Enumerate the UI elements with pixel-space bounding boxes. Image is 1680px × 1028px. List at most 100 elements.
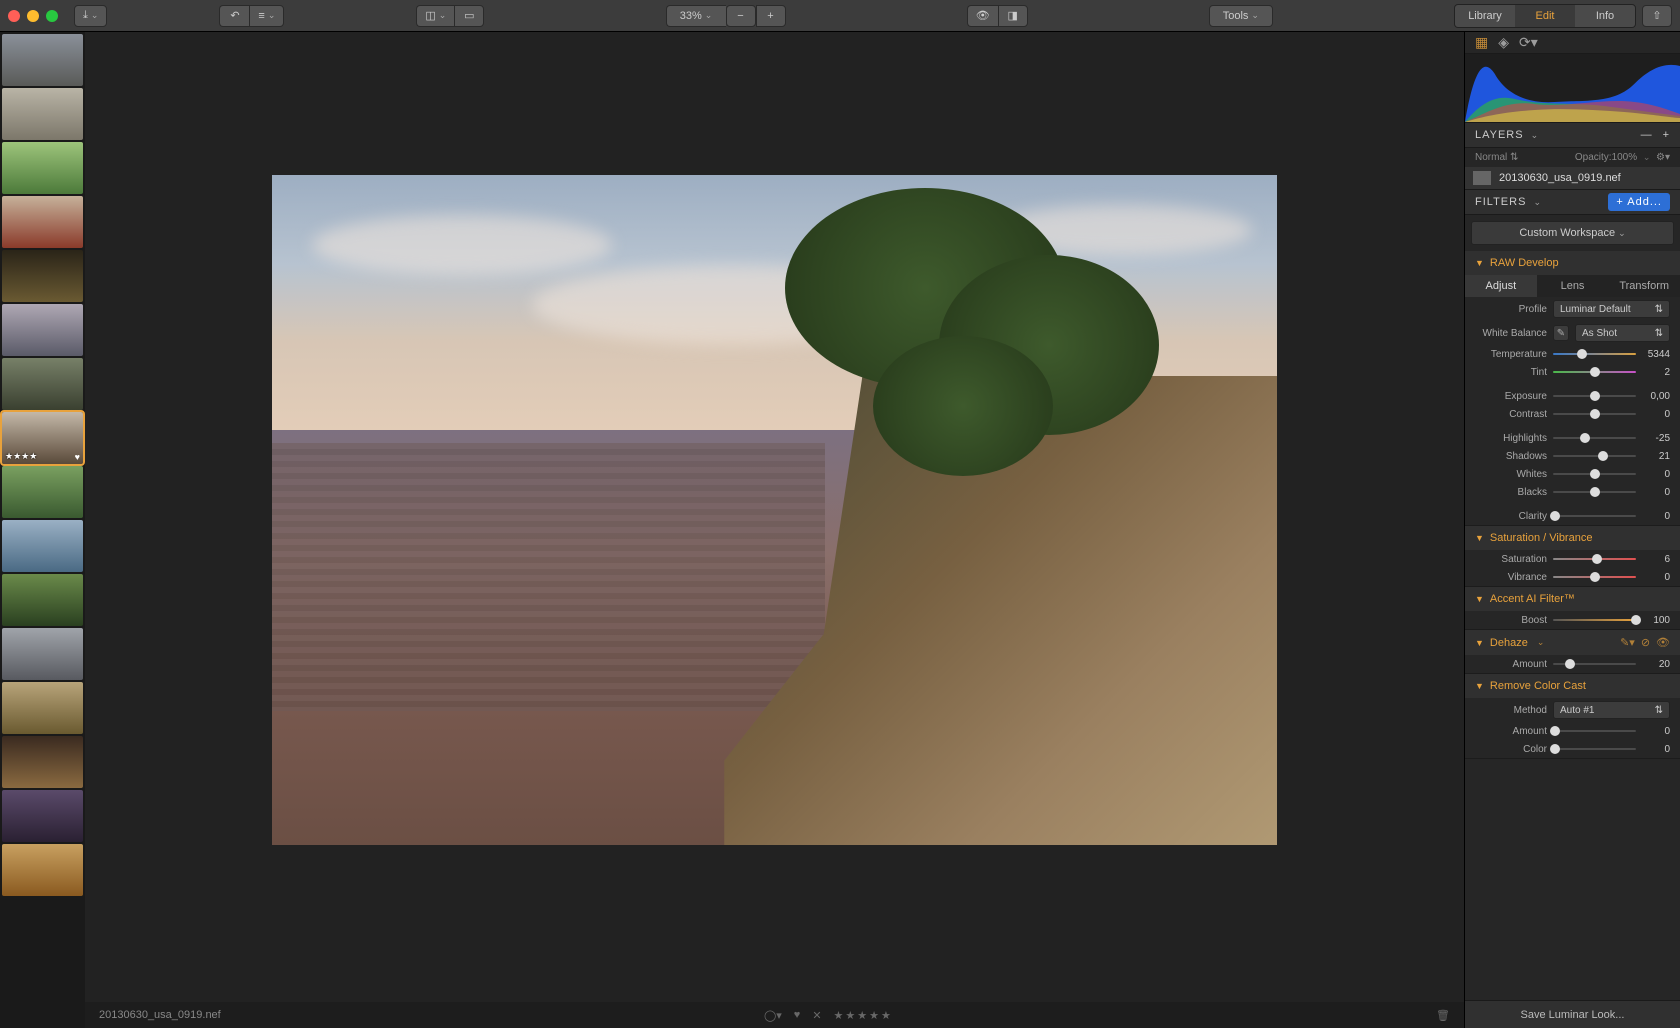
histogram-tabs: ▦ ◈ ⟳▾ <box>1465 32 1680 54</box>
filter-satvib-title[interactable]: ▼Saturation / Vibrance <box>1465 526 1680 550</box>
filmstrip-thumb[interactable] <box>2 736 83 788</box>
image-viewer[interactable] <box>85 32 1464 1028</box>
slider-track[interactable] <box>1553 613 1636 627</box>
status-filename: 20130630_usa_0919.nef <box>99 1009 221 1021</box>
slider-track[interactable] <box>1553 449 1636 463</box>
filmstrip-thumb[interactable] <box>2 628 83 680</box>
filter-accent-title[interactable]: ▼Accent AI Filter™ <box>1465 587 1680 611</box>
before-after-button[interactable]: ◨ <box>998 5 1028 27</box>
filmstrip-thumb[interactable] <box>2 88 83 140</box>
slider-tint: Tint2 <box>1465 363 1680 381</box>
rating-stars[interactable]: ★★★★★ <box>834 1009 893 1022</box>
tab-library[interactable]: Library <box>1455 5 1515 27</box>
trash-icon[interactable]: 🗑 <box>1436 1009 1450 1022</box>
filter-dehaze-title[interactable]: ▼Dehaze ⌄✎▾⊘👁 <box>1465 630 1680 655</box>
blend-mode-select[interactable]: Normal ⇅ <box>1475 152 1518 163</box>
filmstrip-thumb[interactable] <box>2 304 83 356</box>
filter-accent-ai: ▼Accent AI Filter™ Boost100 <box>1465 587 1680 630</box>
histogram-layers-icon[interactable]: ◈ <box>1498 34 1509 51</box>
slider-track[interactable] <box>1553 431 1636 445</box>
filmstrip-thumb[interactable] <box>2 520 83 572</box>
filmstrip-thumb[interactable] <box>2 358 83 410</box>
slider-contrast: Contrast0 <box>1465 405 1680 423</box>
filter-raw-title[interactable]: ▼RAW Develop <box>1465 251 1680 275</box>
layer-item[interactable]: 20130630_usa_0919.nef <box>1465 167 1680 189</box>
subtab-lens[interactable]: Lens <box>1537 275 1609 297</box>
share-button[interactable]: ⇧ <box>1642 5 1672 27</box>
favorite-icon[interactable]: ♥ <box>794 1009 801 1021</box>
dehaze-reset-icon[interactable]: ⊘ <box>1641 636 1650 649</box>
slider-track[interactable] <box>1553 389 1636 403</box>
slider-saturation: Saturation6 <box>1465 550 1680 568</box>
filmstrip-thumb[interactable]: ★★★★♥ <box>2 412 83 464</box>
slider-track[interactable] <box>1553 552 1636 566</box>
slider-amount: Amount20 <box>1465 655 1680 673</box>
history-button[interactable]: ≡⌄ <box>249 5 284 27</box>
layer-thumb <box>1473 171 1491 185</box>
layers-header[interactable]: LAYERS ⌄ —+ <box>1465 122 1680 148</box>
zoom-out-button[interactable]: − <box>726 5 756 27</box>
layers-add-icon[interactable]: + <box>1663 129 1670 141</box>
filmstrip-thumb[interactable] <box>2 142 83 194</box>
wb-select[interactable]: As Shot⇅ <box>1575 324 1670 342</box>
slider-track[interactable] <box>1553 724 1636 738</box>
fullscreen-icon[interactable] <box>46 10 58 22</box>
undo-button[interactable]: ↶ <box>219 5 249 27</box>
subtab-adjust[interactable]: Adjust <box>1465 275 1537 297</box>
slider-track[interactable] <box>1553 485 1636 499</box>
wb-picker-icon[interactable]: ✎ <box>1553 325 1569 341</box>
slider-temperature: Temperature5344 <box>1465 345 1680 363</box>
slider-track[interactable] <box>1553 570 1636 584</box>
slider-clarity: Clarity0 <box>1465 507 1680 525</box>
dehaze-visible-icon[interactable]: 👁 <box>1656 636 1670 649</box>
filmstrip-thumb[interactable] <box>2 196 83 248</box>
filmstrip[interactable]: ★★★★♥ <box>0 32 85 1028</box>
tab-edit[interactable]: Edit <box>1515 5 1575 27</box>
color-label-icon[interactable]: ◯▾ <box>764 1009 782 1022</box>
slider-track[interactable] <box>1553 467 1636 481</box>
compare-view-button[interactable]: ◫⌄ <box>416 5 454 27</box>
filmstrip-thumb[interactable] <box>2 250 83 302</box>
slider-track[interactable] <box>1553 657 1636 671</box>
add-filter-button[interactable]: + Add... <box>1608 193 1670 211</box>
histogram-image-icon[interactable]: ▦ <box>1475 34 1488 51</box>
slider-track[interactable] <box>1553 509 1636 523</box>
slider-whites: Whites0 <box>1465 465 1680 483</box>
filmstrip-thumb[interactable] <box>2 844 83 896</box>
preview-toggle-button[interactable]: 👁 <box>967 5 998 27</box>
filmstrip-thumb[interactable] <box>2 466 83 518</box>
import-button[interactable]: ⤓⌄ <box>74 5 107 27</box>
filter-rcc-title[interactable]: ▼Remove Color Cast <box>1465 674 1680 698</box>
tab-info[interactable]: Info <box>1575 5 1635 27</box>
dehaze-mask-icon[interactable]: ✎▾ <box>1620 636 1635 649</box>
layer-name: 20130630_usa_0919.nef <box>1499 172 1621 184</box>
workspace-select[interactable]: Custom Workspace ⌄ <box>1471 221 1674 245</box>
right-panel: ▦ ◈ ⟳▾ LAYERS ⌄ —+ Normal ⇅ Opacity:100%… <box>1464 32 1680 1028</box>
zoom-level-button[interactable]: 33%⌄ <box>666 5 726 27</box>
filmstrip-thumb[interactable] <box>2 34 83 86</box>
zoom-in-button[interactable]: + <box>756 5 786 27</box>
profile-select[interactable]: Luminar Default⇅ <box>1553 300 1670 318</box>
filmstrip-thumb[interactable] <box>2 682 83 734</box>
mode-tabs: Library Edit Info <box>1454 4 1636 28</box>
slider-exposure: Exposure0,00 <box>1465 387 1680 405</box>
reject-icon[interactable]: ✕ <box>812 1009 821 1022</box>
layers-collapse-icon[interactable]: — <box>1641 129 1653 141</box>
subtab-transform[interactable]: Transform <box>1608 275 1680 297</box>
save-look-button[interactable]: Save Luminar Look... <box>1465 1000 1680 1028</box>
histogram-history-icon[interactable]: ⟳▾ <box>1519 34 1538 51</box>
close-icon[interactable] <box>8 10 20 22</box>
slider-track[interactable] <box>1553 742 1636 756</box>
filmstrip-thumb[interactable] <box>2 574 83 626</box>
slider-track[interactable] <box>1553 365 1636 379</box>
tools-menu-button[interactable]: Tools⌄ <box>1209 5 1273 27</box>
filmstrip-toggle-button[interactable]: ▭ <box>454 5 484 27</box>
rcc-method-select[interactable]: Auto #1⇅ <box>1553 701 1670 719</box>
slider-track[interactable] <box>1553 347 1636 361</box>
filmstrip-thumb[interactable] <box>2 790 83 842</box>
minimize-icon[interactable] <box>27 10 39 22</box>
slider-amount: Amount0 <box>1465 722 1680 740</box>
filter-raw-develop: ▼RAW Develop Adjust Lens Transform Profi… <box>1465 251 1680 526</box>
filters-header[interactable]: FILTERS ⌄ + Add... <box>1465 189 1680 215</box>
slider-track[interactable] <box>1553 407 1636 421</box>
